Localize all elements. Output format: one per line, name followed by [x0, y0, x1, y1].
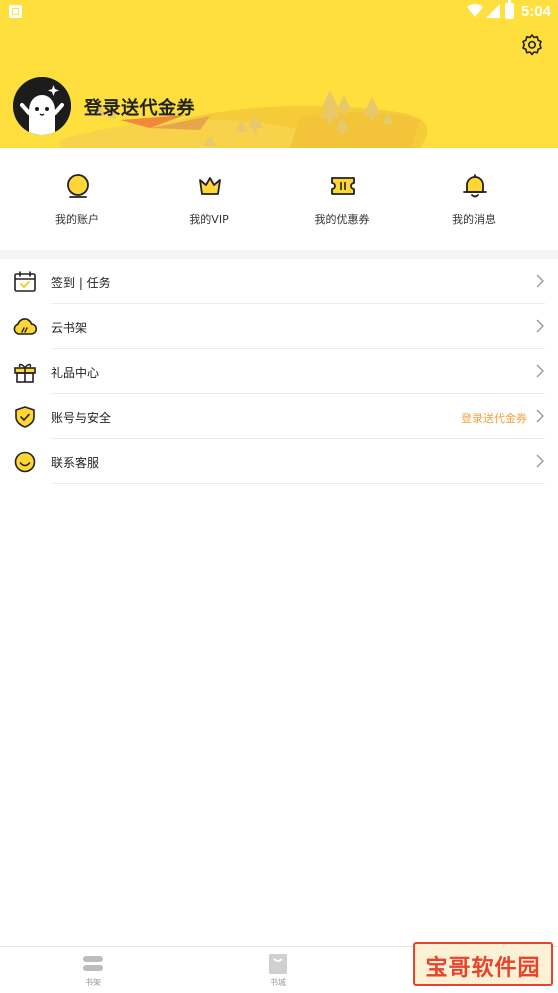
settings-menu: 签到 | 任务 云书架 礼品中心 账号与安全 登录送代金券 联系客服	[0, 259, 558, 484]
chevron-right-icon	[536, 409, 544, 423]
calendar-check-icon	[14, 271, 36, 292]
avatar[interactable]	[13, 77, 71, 135]
menu-item-cloud-bookshelf[interactable]: 云书架	[0, 304, 558, 349]
battery-icon	[505, 0, 514, 19]
smiley-icon	[14, 451, 36, 473]
bookshelf-icon	[83, 956, 103, 971]
quick-item-coupons[interactable]: 我的优惠券	[282, 148, 402, 250]
coupon-icon	[331, 177, 355, 195]
chevron-right-icon	[536, 364, 544, 378]
wifi-icon	[467, 4, 483, 17]
menu-item-label: 账号与安全	[51, 411, 112, 425]
menu-item-customer-service[interactable]: 联系客服	[0, 439, 558, 484]
menu-item-gift-center[interactable]: 礼品中心	[0, 349, 558, 394]
quick-item-account[interactable]: 我的账户	[17, 148, 137, 250]
quick-actions: 我的账户 我的VIP 我的优惠券 我的消息	[0, 148, 558, 250]
status-time: 5:04	[521, 3, 552, 20]
tab-label: 书架	[85, 978, 101, 987]
app-notification-icon	[9, 5, 22, 18]
menu-item-label: 联系客服	[51, 456, 100, 470]
menu-item-checkin-tasks[interactable]: 签到 | 任务	[0, 259, 558, 304]
login-coupon-hint: 登录送代金券	[461, 412, 527, 425]
shield-check-icon	[15, 406, 35, 428]
crown-icon	[199, 177, 221, 195]
login-title[interactable]: 登录送代金券	[84, 94, 195, 120]
tab-bookstore[interactable]: 书城	[218, 947, 338, 993]
chevron-right-icon	[536, 319, 544, 333]
gift-icon	[14, 363, 36, 383]
quick-item-vip[interactable]: 我的VIP	[149, 148, 269, 250]
status-bar: 5:04	[0, 0, 558, 24]
settings-gear-icon[interactable]	[520, 33, 544, 57]
quick-item-label: 我的优惠券	[314, 213, 370, 226]
ghost-mascot-icon	[13, 77, 71, 135]
menu-item-label: 云书架	[51, 321, 88, 335]
tab-label: 书城	[270, 978, 286, 987]
quick-item-messages[interactable]: 我的消息	[414, 148, 534, 250]
chevron-right-icon	[536, 454, 544, 468]
quick-item-label: 我的账户	[55, 213, 99, 226]
watermark-logo: 宝哥软件园	[413, 942, 553, 986]
signal-icon	[486, 4, 500, 18]
coin-icon	[67, 174, 89, 198]
bookstore-icon	[269, 954, 287, 974]
menu-item-label: 签到 | 任务	[51, 276, 111, 290]
section-divider	[0, 250, 558, 259]
menu-item-account-security[interactable]: 账号与安全 登录送代金券	[0, 394, 558, 439]
bell-icon	[463, 174, 487, 198]
chevron-right-icon	[536, 274, 544, 288]
cloud-book-icon	[13, 318, 37, 335]
row-separator	[51, 483, 545, 484]
quick-item-label: 我的VIP	[189, 213, 229, 226]
menu-item-label: 礼品中心	[51, 366, 100, 380]
tab-bookshelf[interactable]: 书架	[33, 947, 153, 993]
watermark-text: 宝哥软件园	[425, 956, 541, 981]
profile-header: 5:04 登录送代金券	[0, 0, 558, 148]
quick-item-label: 我的消息	[452, 213, 496, 226]
